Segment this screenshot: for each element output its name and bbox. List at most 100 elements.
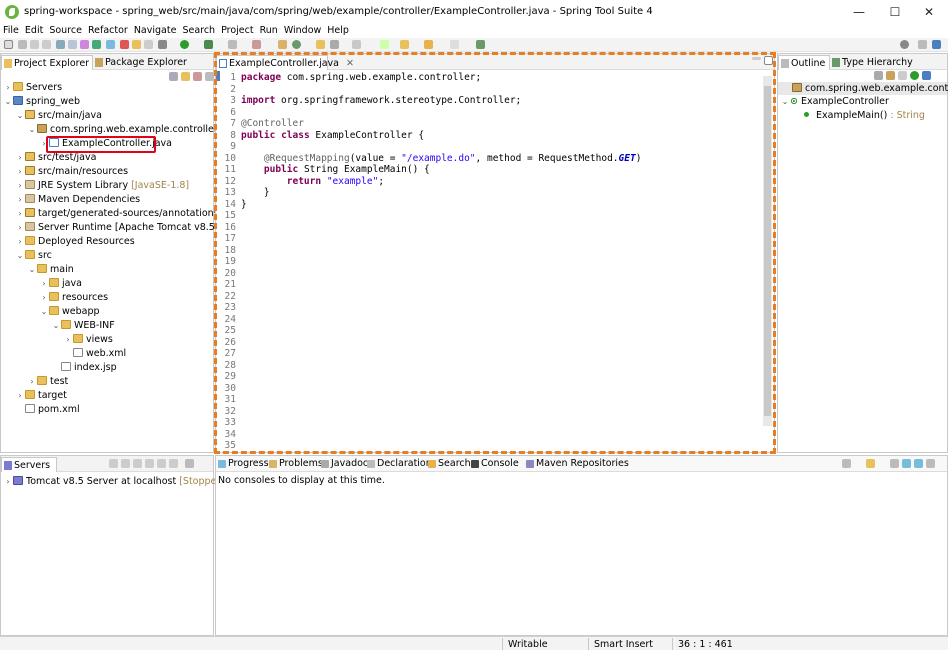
maximize-editor-icon[interactable]	[764, 56, 773, 65]
coverage-icon[interactable]	[228, 40, 237, 49]
tree-item[interactable]: ⌄ WEB-INF	[51, 319, 115, 333]
tree-item[interactable]: › Deployed Resources	[15, 235, 135, 249]
code-line[interactable]: }	[241, 199, 247, 211]
chevron-right-icon[interactable]: ›	[15, 389, 25, 403]
tree-item[interactable]: › Maven Dependencies	[15, 193, 140, 207]
skip-icon[interactable]	[92, 40, 101, 49]
boot-dashboard-icon[interactable]	[106, 40, 115, 49]
code-line[interactable]: public class ExampleController {	[241, 130, 424, 142]
menu-file[interactable]: File	[0, 24, 22, 38]
clean-icon[interactable]	[169, 459, 178, 468]
maximize-button[interactable]: ☐	[878, 2, 912, 22]
open-console-icon[interactable]	[866, 459, 875, 468]
vertical-scrollbar[interactable]	[763, 76, 772, 426]
chevron-right-icon[interactable]: ›	[15, 235, 25, 249]
outline-method[interactable]: ExampleMain() : String	[804, 109, 925, 123]
chevron-right-icon[interactable]: ›	[15, 165, 25, 179]
save-icon[interactable]	[18, 40, 27, 49]
link-outline-icon[interactable]	[922, 71, 931, 80]
tab-servers[interactable]: Servers	[1, 457, 57, 472]
new-class-icon[interactable]	[292, 40, 301, 49]
chevron-right-icon[interactable]: ›	[15, 151, 25, 165]
folder-icon[interactable]	[132, 40, 141, 49]
tree-item[interactable]: › JRE System Library [JavaSE-1.8]	[15, 179, 189, 193]
minimize-editor-icon[interactable]	[752, 57, 761, 60]
sort-icon[interactable]	[874, 71, 883, 80]
tree-item[interactable]: ⌄ com.spring.web.example.controller	[27, 123, 218, 137]
tree-item[interactable]: ⌄ spring_web	[3, 95, 80, 109]
chevron-down-icon[interactable]: ⌄	[51, 319, 61, 333]
chevron-right-icon[interactable]: ›	[15, 221, 25, 235]
console-view-menu-icon[interactable]	[926, 459, 935, 468]
outline-class[interactable]: ⌄ ⊙ ExampleController	[780, 95, 889, 109]
chevron-right-icon[interactable]: ›	[27, 375, 37, 389]
pin-console-icon[interactable]	[902, 459, 911, 468]
collapse-all-icon[interactable]	[169, 72, 178, 81]
chevron-right-icon[interactable]: ›	[15, 179, 25, 193]
mark-icon[interactable]	[80, 40, 89, 49]
menu-run[interactable]: Run	[257, 24, 281, 38]
tab-declaration[interactable]: Declaration	[365, 457, 432, 471]
tree-item[interactable]: web.xml	[63, 347, 126, 361]
chevron-right-icon[interactable]: ›	[39, 291, 49, 305]
search-tool-icon[interactable]	[330, 40, 339, 49]
stop-icon[interactable]	[120, 40, 129, 49]
tree-item[interactable]: pom.xml	[15, 403, 80, 417]
debug-server-icon[interactable]	[109, 459, 118, 468]
tree-item[interactable]: ⌄ webapp	[39, 305, 100, 319]
tab-console[interactable]: Console	[469, 457, 519, 471]
minimize-button[interactable]: —	[842, 2, 876, 22]
server-entry[interactable]: › Tomcat v8.5 Server at localhost [Stoppe…	[3, 475, 226, 489]
menu-navigate[interactable]: Navigate	[131, 24, 180, 38]
code-line[interactable]: package com.spring.web.example.controlle…	[241, 72, 481, 84]
chevron-down-icon[interactable]: ⌄	[15, 249, 25, 263]
perspective-icon[interactable]	[918, 40, 927, 49]
tab-progress[interactable]: Progress	[216, 457, 269, 471]
hide-nonpublic-icon[interactable]	[910, 71, 919, 80]
horizontal-scrollbar[interactable]	[241, 443, 751, 452]
chevron-right-icon[interactable]: ›	[39, 277, 49, 291]
tab-search[interactable]: Search	[426, 457, 471, 471]
terminal-icon[interactable]	[56, 40, 65, 49]
word-wrap-icon[interactable]	[914, 459, 923, 468]
stop-server-icon[interactable]	[145, 459, 154, 468]
menu-window[interactable]: Window	[281, 24, 324, 38]
chevron-right-icon[interactable]: ›	[3, 475, 13, 489]
tab-javadoc[interactable]: Javadoc	[319, 457, 368, 471]
search-icon[interactable]	[900, 40, 909, 49]
console-display-icon[interactable]	[842, 459, 851, 468]
tree-item[interactable]: › src/main/resources	[15, 165, 128, 179]
code-line[interactable]: }	[241, 187, 270, 199]
servers-view-menu-icon[interactable]	[185, 459, 194, 468]
menu-edit[interactable]: Edit	[22, 24, 46, 38]
chevron-down-icon[interactable]: ⌄	[27, 263, 37, 277]
debug-icon[interactable]	[204, 40, 213, 49]
back-icon[interactable]	[400, 40, 409, 49]
next-annotation-icon[interactable]	[380, 40, 389, 49]
chevron-right-icon[interactable]: ›	[15, 193, 25, 207]
chevron-down-icon[interactable]: ⌄	[780, 95, 790, 109]
open-type-icon[interactable]	[316, 40, 325, 49]
menu-help[interactable]: Help	[324, 24, 352, 38]
tree-item[interactable]: › Servers	[3, 81, 62, 95]
print-icon[interactable]	[42, 40, 51, 49]
scroll-thumb[interactable]	[764, 86, 771, 416]
hide-fields-icon[interactable]	[886, 71, 895, 80]
tree-item[interactable]: › resources	[39, 291, 108, 305]
forward-icon[interactable]	[424, 40, 433, 49]
tree-item[interactable]: › target/generated-sources/annotations	[15, 207, 219, 221]
close-tab-icon[interactable]: ✕	[346, 58, 354, 69]
chevron-right-icon[interactable]: ›	[63, 333, 73, 347]
chevron-right-icon[interactable]: ›	[3, 81, 13, 95]
tree-item[interactable]: › target	[15, 389, 67, 403]
menu-source[interactable]: Source	[46, 24, 85, 38]
link-with-editor-icon[interactable]	[181, 72, 190, 81]
code-line[interactable]: public String ExampleMain() {	[241, 164, 430, 176]
save-all-icon[interactable]	[30, 40, 39, 49]
toggle-icon[interactable]	[68, 40, 77, 49]
external-tools-icon[interactable]	[252, 40, 261, 49]
new-java-project-icon[interactable]	[278, 40, 287, 49]
menu-refactor[interactable]: Refactor	[85, 24, 131, 38]
menu-search[interactable]: Search	[179, 24, 218, 38]
pin-editor-icon[interactable]	[476, 40, 485, 49]
